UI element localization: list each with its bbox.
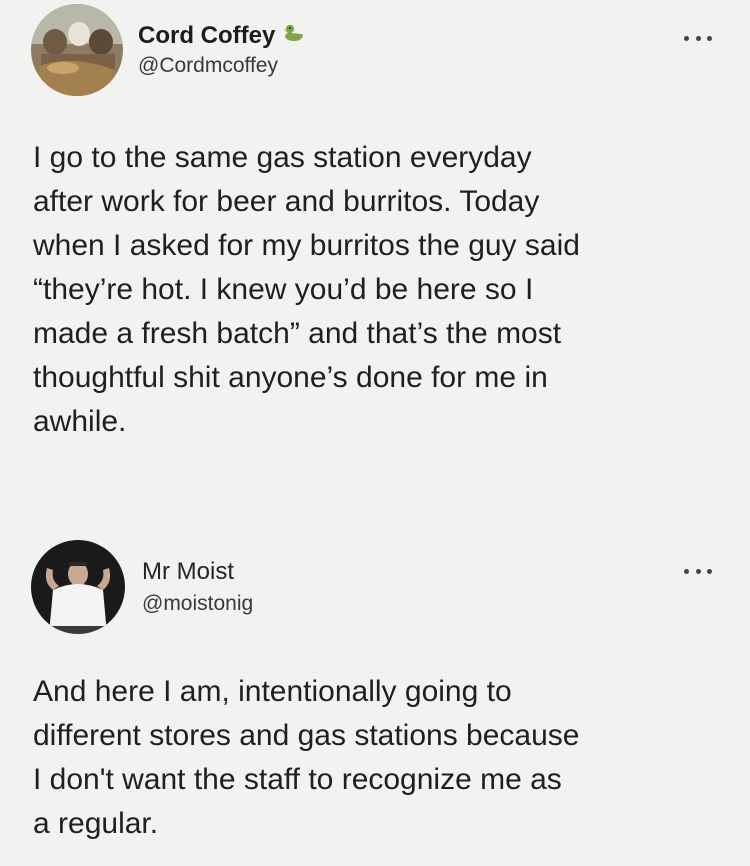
tweet-text-line: a regular. — [33, 807, 159, 840]
tweet-text-line: I don't want the staff to recognize me a… — [33, 763, 562, 796]
tweet-text-line: And here I am, intentionally going to — [33, 675, 512, 708]
avatar[interactable] — [31, 4, 123, 96]
display-name[interactable]: Cord Coffey — [138, 22, 275, 50]
tweet-card: Cord Coffey @Cordmcoffey I go to the sam… — [0, 0, 750, 500]
tweet-text-line: “they’re hot. I knew you’d be here so I — [33, 273, 534, 306]
duck-icon — [283, 23, 305, 50]
tweet-text-line: after work for beer and burritos. Today — [33, 185, 540, 218]
tweet-text-line: made a fresh batch” and that’s the most — [33, 317, 562, 350]
tweet-text: And here I am, intentionally going to di… — [33, 670, 723, 846]
reply-tweet-card: Mr Moist @moistonig And here I am, inten… — [0, 500, 750, 866]
display-name[interactable]: Mr Moist — [142, 558, 234, 586]
author-row: Cord Coffey — [138, 22, 305, 50]
handle[interactable]: @moistonig — [142, 592, 253, 616]
tweet-text: I go to the same gas station everyday af… — [33, 136, 723, 444]
author-row: Mr Moist — [142, 558, 234, 586]
more-options-icon[interactable] — [684, 563, 712, 579]
tweet-text-line: I go to the same gas station everyday — [33, 141, 532, 174]
tweet-text-line: awhile. — [33, 405, 127, 438]
tweet-text-line: different stores and gas stations becaus… — [33, 719, 580, 752]
avatar-photo — [31, 4, 123, 96]
tweet-text-line: when I asked for my burritos the guy sai… — [33, 229, 580, 262]
more-options-icon[interactable] — [684, 30, 712, 46]
avatar[interactable] — [31, 540, 125, 634]
handle[interactable]: @Cordmcoffey — [138, 54, 278, 78]
tweet-text-line: thoughtful shit anyone’s done for me in — [33, 361, 548, 394]
avatar-photo — [31, 540, 125, 634]
